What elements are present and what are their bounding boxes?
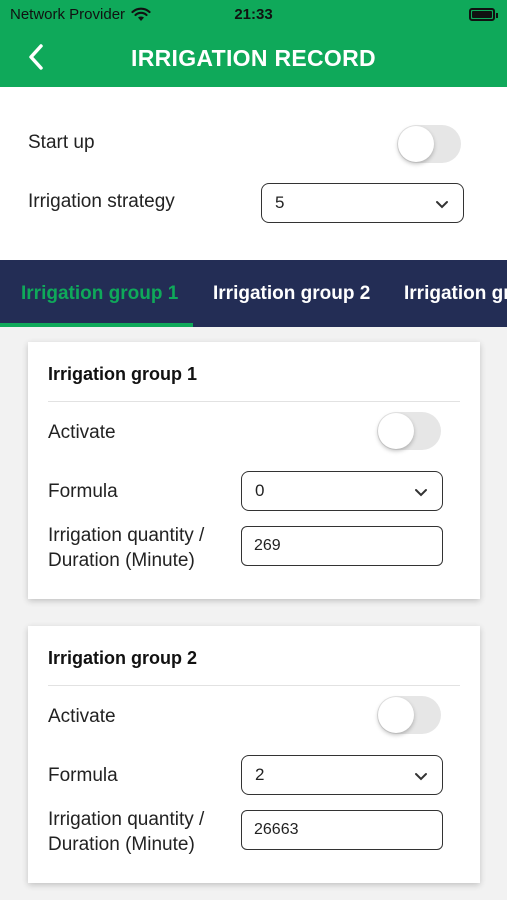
formula-label: Formula: [48, 481, 118, 502]
divider: [48, 401, 460, 402]
quantity-label-line2: Duration (Minute): [48, 550, 195, 571]
tab-irrigation-group-1[interactable]: Irrigation group 1: [21, 260, 178, 327]
group-tabs: Irrigation group 1 Irrigation group 2 Ir…: [0, 260, 507, 327]
toggle-knob: [378, 697, 414, 733]
group-card-1: Irrigation group 1 Activate Formula 0 Ir…: [28, 342, 480, 599]
status-bar: Network Provider 21:33: [0, 0, 507, 30]
startup-label: Start up: [28, 132, 95, 153]
card-title: Irrigation group 1: [48, 364, 198, 384]
toggle-knob: [378, 413, 414, 449]
strategy-select[interactable]: 5: [261, 183, 464, 223]
activate-toggle[interactable]: [377, 412, 441, 450]
activate-label: Activate: [48, 706, 116, 727]
tab-irrigation-group-2[interactable]: Irrigation group 2: [213, 260, 370, 327]
quantity-input[interactable]: [241, 526, 443, 566]
formula-select[interactable]: 2: [241, 755, 443, 795]
startup-toggle[interactable]: [397, 125, 461, 163]
app-header: IRRIGATION RECORD: [0, 30, 507, 87]
chevron-down-icon: [414, 769, 428, 787]
status-time: 21:33: [234, 6, 273, 23]
activate-label: Activate: [48, 422, 116, 443]
divider: [48, 685, 460, 686]
settings-section: Start up Irrigation strategy 5: [0, 87, 507, 260]
group-card-2: Irrigation group 2 Activate Formula 2 Ir…: [28, 626, 480, 883]
page-title: IRRIGATION RECORD: [131, 45, 376, 71]
active-tab-indicator: [0, 323, 193, 327]
card-title: Irrigation group 2: [48, 648, 198, 668]
activate-toggle[interactable]: [377, 696, 441, 734]
quantity-label-line1: Irrigation quantity /: [48, 525, 205, 546]
strategy-value: 5: [275, 193, 285, 212]
quantity-label-line1: Irrigation quantity /: [48, 809, 205, 830]
strategy-label: Irrigation strategy: [28, 191, 175, 212]
tab-irrigation-group-3[interactable]: Irrigation gr: [404, 260, 507, 327]
toggle-knob: [398, 126, 434, 162]
quantity-label-line2: Duration (Minute): [48, 834, 195, 855]
formula-label: Formula: [48, 765, 118, 786]
formula-value: 2: [255, 765, 265, 784]
chevron-down-icon: [414, 485, 428, 503]
formula-select[interactable]: 0: [241, 471, 443, 511]
formula-value: 0: [255, 481, 265, 500]
chevron-down-icon: [435, 197, 449, 215]
battery-icon: [469, 8, 498, 21]
quantity-input[interactable]: [241, 810, 443, 850]
